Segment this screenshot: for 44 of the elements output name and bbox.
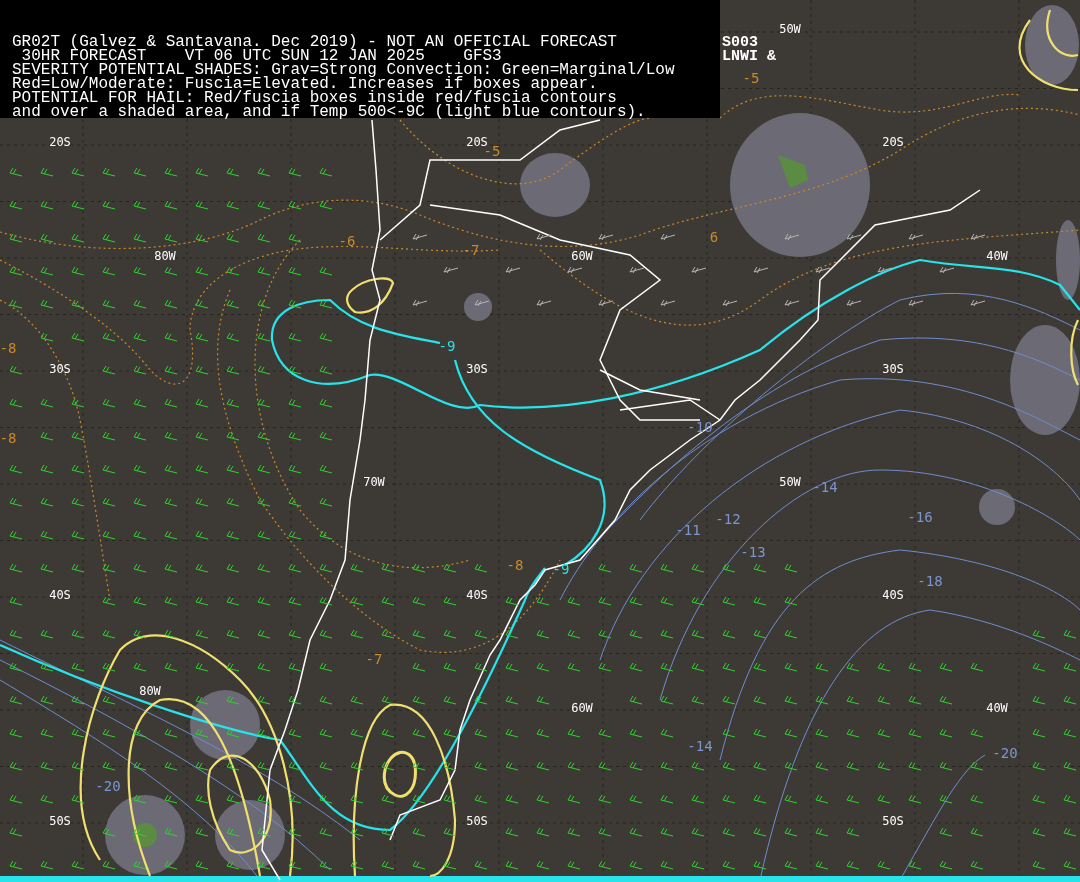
corner-text: LNWI & — [722, 48, 776, 65]
contour-label: -14 — [687, 738, 713, 754]
grid-label: 20S — [466, 135, 488, 149]
grid-label: 50W — [779, 475, 801, 489]
contour-label: 6 — [709, 229, 719, 245]
contour-label: -10 — [687, 419, 713, 435]
grid-label: 40S — [466, 588, 488, 602]
contour-label: -14 — [812, 479, 838, 495]
grid-label: 80W — [139, 684, 161, 698]
contour-label: -16 — [907, 509, 933, 525]
grid-label: 40W — [986, 249, 1008, 263]
corner-text: S003 — [722, 34, 758, 51]
contour-label: -5 — [742, 70, 760, 86]
contour-label: -11 — [675, 522, 701, 538]
contour-label: -7 — [365, 651, 383, 667]
grid-label: 30S — [882, 362, 904, 376]
contour-label: -9 — [438, 338, 456, 354]
grid-label: 40S — [882, 588, 904, 602]
contour-label: -6 — [338, 233, 356, 249]
grid-label: 70W — [363, 475, 385, 489]
contour-label: -9 — [552, 561, 570, 577]
grid-label: 30S — [466, 362, 488, 376]
grid-label: 20S — [882, 135, 904, 149]
contour-label: -13 — [740, 544, 766, 560]
grid-label: 50S — [882, 814, 904, 828]
contour-label: -12 — [715, 511, 741, 527]
contour-label: -20 — [95, 778, 121, 794]
grid-label: 50S — [49, 814, 71, 828]
grid-label: 50S — [466, 814, 488, 828]
grid-label: 60W — [571, 701, 593, 715]
contour-label: -8 — [0, 430, 17, 446]
contour-label: -7 — [462, 242, 480, 258]
grid-label: 50W — [779, 22, 801, 36]
contour-label: -18 — [917, 573, 943, 589]
header-text-line: and over a shaded area, and if Temp 500<-9C (light blue contours). — [12, 103, 646, 121]
contour-label: -20 — [992, 745, 1018, 761]
grid-label: 40S — [49, 588, 71, 602]
grid-label: 80W — [154, 249, 176, 263]
grid-label: 40W — [986, 701, 1008, 715]
contour-label: -8 — [506, 557, 524, 573]
grid-label: 60W — [571, 249, 593, 263]
contour-label: -8 — [0, 340, 17, 356]
grid-label: 20S — [49, 135, 71, 149]
grid-label: 30S — [49, 362, 71, 376]
